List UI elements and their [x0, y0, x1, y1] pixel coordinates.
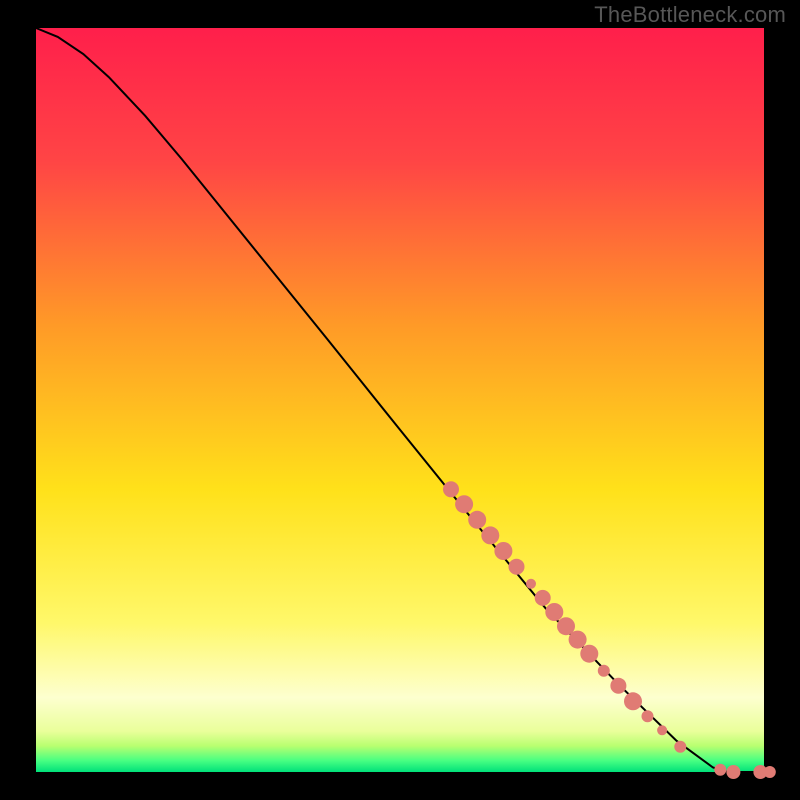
data-marker	[535, 590, 551, 606]
data-marker	[610, 678, 626, 694]
data-marker	[569, 631, 587, 649]
data-marker	[494, 542, 512, 560]
watermark-text: TheBottleneck.com	[594, 2, 786, 28]
data-marker	[455, 495, 473, 513]
data-marker	[598, 665, 610, 677]
data-marker	[764, 766, 776, 778]
data-marker	[726, 765, 740, 779]
data-marker	[443, 481, 459, 497]
data-marker	[714, 764, 726, 776]
data-marker	[580, 645, 598, 663]
bottleneck-chart	[0, 0, 800, 800]
data-marker	[545, 603, 563, 621]
data-marker	[674, 741, 686, 753]
data-marker	[642, 710, 654, 722]
data-marker	[657, 725, 667, 735]
data-marker	[624, 692, 642, 710]
data-marker	[526, 579, 536, 589]
data-marker	[468, 511, 486, 529]
data-marker	[481, 526, 499, 544]
chart-frame: TheBottleneck.com	[0, 0, 800, 800]
plot-background	[36, 28, 764, 772]
data-marker	[509, 559, 525, 575]
